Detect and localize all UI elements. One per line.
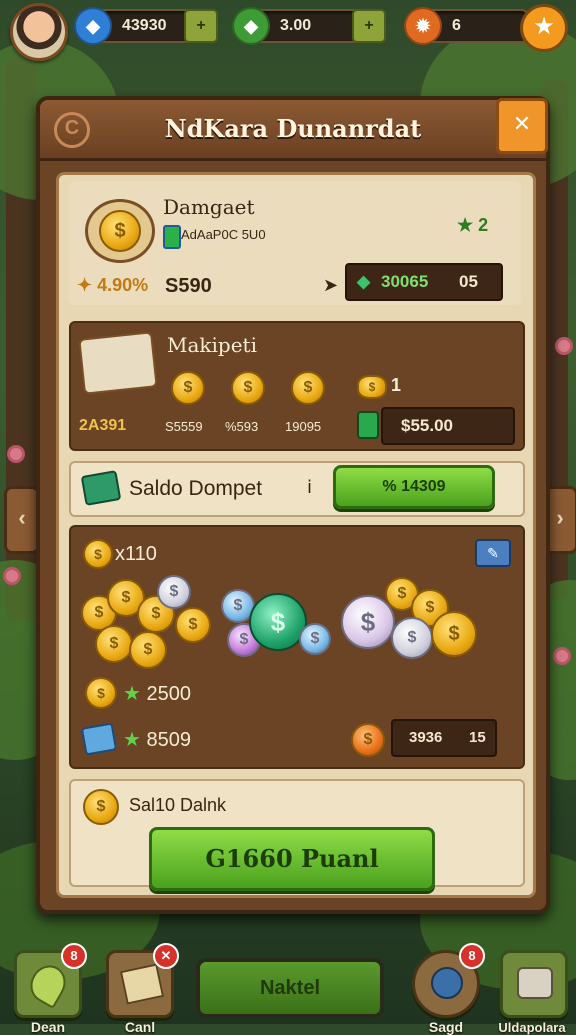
panel-header: C NdKara Dunanrdat ✕ [40, 98, 548, 161]
box-value: 30065 [381, 272, 429, 291]
value-0: 2A391 [79, 417, 127, 434]
card-subtitle: AdAaP0C 5U0 [181, 227, 266, 242]
green-gem-icon: ◆ [232, 7, 270, 45]
rating: ★ 2 [457, 215, 489, 235]
nav-item-canl[interactable]: ✕ Canl [106, 943, 179, 1035]
box-suffix: 05 [459, 272, 478, 291]
coin-icon: $ [85, 677, 117, 709]
bonus-percent: ✦ 4.90% [77, 275, 149, 295]
box-value: 3936 [409, 729, 443, 746]
leaf-icon [23, 959, 73, 1009]
flower [10, 448, 22, 460]
card-title: Makipeti [167, 333, 257, 357]
shirt-icon [517, 967, 553, 999]
gem-coin-pile: $ $ $ $ [221, 579, 331, 669]
edit-icon[interactable]: ✎ [475, 539, 511, 567]
amount: S590 [165, 275, 212, 297]
resource-counter-orange: ✹ 6 [404, 7, 528, 45]
flower [558, 340, 570, 352]
nav-item-uldapolara[interactable]: Uldapolara [498, 950, 568, 1035]
blue-gem-icon: ◆ [74, 7, 112, 45]
sparkle-icon: ✦ [77, 275, 93, 295]
panel-title: NdKara Dunanrdat [164, 114, 422, 143]
nav-center-button[interactable]: Naktel [196, 958, 384, 1018]
nav-item-sagd[interactable]: 8 Sagd [412, 943, 485, 1035]
notification-badge: 8 [459, 943, 485, 969]
orange-coin-icon: $ [351, 723, 385, 757]
battery-icon [163, 225, 181, 249]
wallet-card-primary: $ Damgaet AdAaP0C 5U0 ★ 2 ✦ 4.90% S590 ➤… [69, 181, 521, 305]
secondary-value-box: $55.00 [381, 407, 515, 445]
green-star-icon: ★ [123, 683, 141, 705]
nav-item-dean[interactable]: 8 Dean [14, 943, 87, 1035]
bank-label: Sal10 Dalnk [129, 795, 227, 815]
saldo-label: Saldo Dompet [129, 477, 263, 500]
reward-value-2: ★ 8509 [123, 729, 191, 751]
reward-value-box: 3936 15 [391, 719, 497, 757]
add-resource-button[interactable]: + [352, 9, 386, 43]
add-resource-button[interactable]: + [184, 9, 218, 43]
close-icon[interactable]: ✕ [496, 98, 548, 154]
bank-balance-card: $ Sal10 Dalnk G1660 Puanl [69, 779, 525, 891]
coin-icon: $ [291, 371, 325, 405]
nav-label: Sagd [428, 1019, 464, 1035]
map-icon [119, 963, 165, 1005]
nav-label: Uldapolara [498, 1020, 566, 1035]
resource-value: 6 [452, 17, 461, 34]
previous-arrow-button[interactable]: ‹ [4, 486, 40, 554]
cursor-icon: ➤ [323, 275, 339, 295]
nav-label: Canl [124, 1019, 156, 1035]
silver-coin-pile: $ $ $ $ $ [341, 577, 491, 669]
money-coins-icon: $ [85, 199, 155, 263]
reward-value-1: ★ 2500 [123, 683, 191, 705]
flower [6, 570, 18, 582]
panel-content: $ Damgaet AdAaP0C 5U0 ★ 2 ✦ 4.90% S590 ➤… [56, 172, 536, 898]
globe-icon [431, 967, 463, 999]
wallet-card-secondary: Makipeti $ $ $ $ 1 2A391 S5559 %593 1909… [69, 321, 525, 451]
green-gem-icon: ◆ [357, 272, 371, 291]
box-value: $55.00 [401, 416, 453, 435]
green-jar-icon [357, 411, 379, 439]
coin-rewards-card: $ x110 ✎ $ $ $ $ $ $ $ $ $ $ $ $ $ $ $ $… [69, 525, 525, 769]
wallet-icon [80, 470, 122, 506]
orange-gem-icon: ✹ [404, 7, 442, 45]
notification-badge: 8 [61, 943, 87, 969]
wallet-panel: C NdKara Dunanrdat ✕ $ Damgaet AdAaP0C 5… [36, 96, 550, 914]
value-1: S5559 [165, 419, 203, 434]
value-2: %593 [225, 419, 259, 434]
value-3: 19095 [285, 419, 322, 434]
multiplier: x110 [115, 543, 157, 565]
primary-value-box: ◆ 30065 05 [345, 263, 503, 301]
card-title: Damgaet [163, 195, 255, 219]
star-icon[interactable]: ★ [520, 4, 568, 52]
box-suffix: 15 [469, 729, 486, 746]
gold-coin-pile: $ $ $ $ $ $ $ [81, 575, 211, 669]
saldo-dompet-row: Saldo Dompet ⅰ % 14309 [69, 461, 525, 517]
points-button[interactable]: G1660 Puanl [149, 827, 435, 891]
coin-icon: $ [83, 539, 113, 569]
notification-badge: ✕ [153, 943, 179, 969]
resource-counter-green: ◆ 3.00 + [232, 7, 386, 45]
info-icon: ⅰ [307, 477, 313, 497]
coin-stack-icon: $ [357, 375, 387, 399]
resource-value: 3.00 [280, 17, 312, 34]
nav-label: Dean [30, 1019, 66, 1035]
green-star-icon: ★ [457, 215, 474, 235]
resource-counter-blue: ◆ 43930 + [74, 7, 218, 45]
coin-stack-icon: $ [83, 789, 119, 825]
green-star-icon: ★ [123, 729, 141, 751]
flower [556, 650, 568, 662]
blue-card-icon [80, 722, 118, 756]
side-value: 1 [391, 375, 402, 395]
cash-stack-icon [78, 331, 158, 395]
player-avatar[interactable] [10, 3, 68, 61]
top-bar: ◆ 43930 + ◆ 3.00 + ✹ 6 ★ [0, 0, 576, 61]
resource-value: 43930 [122, 17, 167, 34]
saldo-button[interactable]: % 14309 [333, 465, 495, 509]
bottom-navigation: 8 Dean ✕ Canl Naktel 8 Sagd Uldapolara [0, 934, 576, 1035]
coin-icon: $ [171, 371, 205, 405]
coin-icon: $ [231, 371, 265, 405]
